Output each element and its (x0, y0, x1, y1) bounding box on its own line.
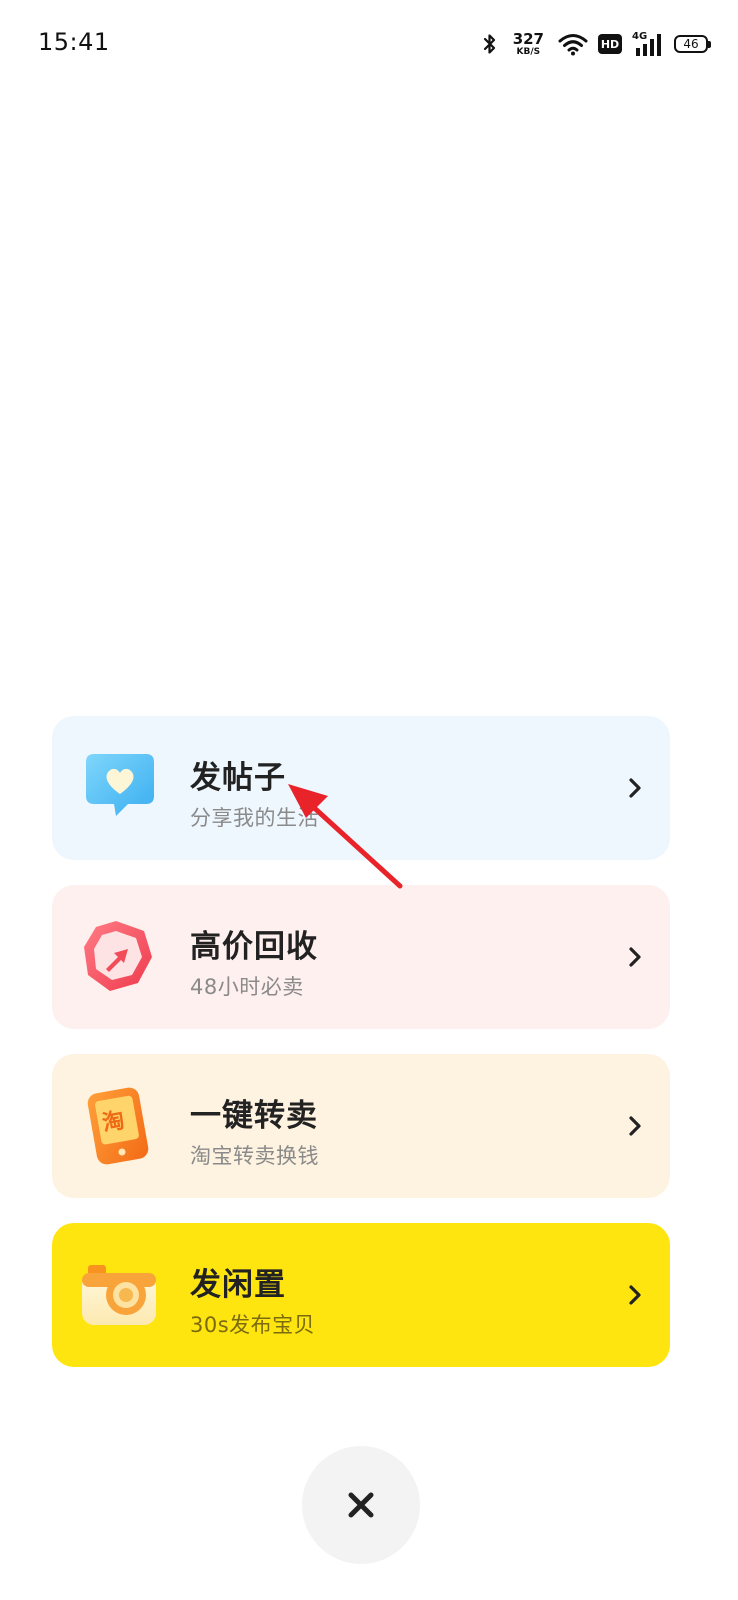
network-speed-value: 327 (512, 29, 544, 48)
heart-bubble-icon (86, 754, 154, 816)
menu-item-post[interactable]: 发帖子 分享我的生活 (52, 716, 670, 860)
menu-item-idle[interactable]: 发闲置 30s发布宝贝 (52, 1223, 670, 1367)
hd-badge: HD (598, 34, 622, 54)
battery-level: 46 (683, 37, 699, 51)
menu-item-subtitle: 分享我的生活 (190, 806, 319, 830)
battery-icon: 46 (674, 35, 711, 53)
recycle-arrow-icon (84, 921, 152, 991)
status-bar: 15:41 327 KB/S HD 4G 46 (0, 0, 738, 90)
menu-item-recycle[interactable]: 高价回收 48小时必卖 (52, 885, 670, 1029)
menu-item-title: 发帖子 (190, 760, 286, 796)
close-button[interactable] (302, 1446, 420, 1564)
chevron-right-icon (629, 947, 641, 967)
bluetooth-icon (483, 34, 495, 54)
menu-item-resell[interactable]: 淘 一键转卖 淘宝转卖换钱 (52, 1054, 670, 1198)
chevron-right-icon (629, 1285, 641, 1305)
menu-item-title: 一键转卖 (190, 1098, 318, 1134)
menu-item-subtitle: 48小时必卖 (190, 975, 304, 999)
status-icons: 327 KB/S HD 4G 46 (481, 28, 711, 60)
chevron-right-icon (629, 1116, 641, 1136)
menu-item-title: 高价回收 (190, 929, 318, 965)
camera-icon (82, 1265, 156, 1325)
status-time: 15:41 (38, 28, 110, 56)
menu-item-title: 发闲置 (190, 1267, 286, 1303)
wifi-icon (558, 34, 588, 56)
signal-indicator: 4G (632, 31, 664, 57)
network-speed: 327 KB/S (512, 29, 544, 57)
network-speed-unit: KB/S (516, 46, 541, 57)
chevron-right-icon (629, 778, 641, 798)
close-icon (348, 1492, 374, 1518)
menu-item-subtitle: 淘宝转卖换钱 (190, 1144, 319, 1168)
taobao-phone-icon: 淘 (78, 1086, 160, 1166)
menu-item-subtitle: 30s发布宝贝 (190, 1313, 316, 1337)
signal-bars-icon (636, 34, 661, 56)
